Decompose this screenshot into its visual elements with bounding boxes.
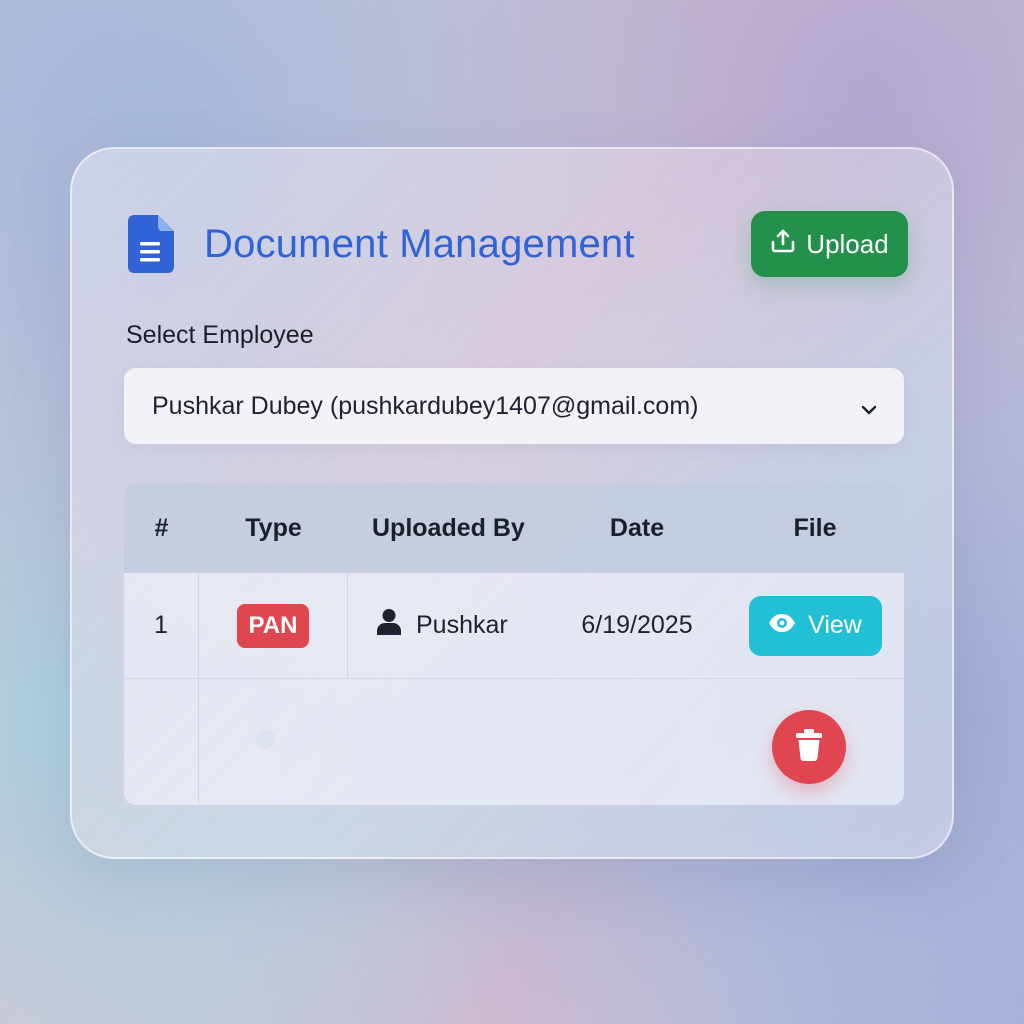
type-cell: PAN: [199, 573, 348, 678]
date-cell: 6/19/2025: [581, 611, 693, 639]
column-header-type: Type: [245, 513, 302, 542]
loading-dot: [255, 729, 275, 749]
table-row-actions: [124, 679, 904, 805]
documents-table: # Type Uploaded By Date File 1 PAN Pushk…: [124, 483, 904, 805]
column-header-file: File: [793, 513, 837, 542]
chevron-down-icon: [860, 397, 878, 415]
empty-cell: [124, 679, 199, 805]
type-badge: PAN: [236, 603, 310, 648]
employee-select-value: Pushkar Dubey (pushkardubey1407@gmail.co…: [152, 391, 699, 420]
document-icon: [128, 215, 174, 273]
column-header-date: Date: [609, 513, 665, 542]
employee-select[interactable]: Pushkar Dubey (pushkardubey1407@gmail.co…: [124, 368, 904, 444]
select-employee-label: Select Employee: [126, 321, 314, 349]
upload-button[interactable]: Upload: [751, 211, 908, 277]
header: Document Management Upload: [128, 209, 908, 279]
view-button-label: View: [808, 611, 862, 639]
column-header-num: #: [154, 513, 169, 542]
upload-button-label: Upload: [806, 228, 889, 259]
eye-icon: [768, 611, 796, 640]
page-title: Document Management: [204, 221, 635, 266]
uploaded-by-name: Pushkar: [416, 611, 508, 639]
uploaded-by-cell: Pushkar: [348, 608, 548, 643]
document-management-card: Document Management Upload Select Employ…: [70, 147, 954, 859]
file-cell: View: [726, 595, 904, 656]
delete-button[interactable]: [772, 710, 846, 784]
column-header-uploaded-by: Uploaded By: [372, 513, 525, 542]
table-row: 1 PAN Pushkar 6/19/2025 View: [124, 573, 904, 679]
view-button[interactable]: View: [748, 595, 882, 656]
trash-icon: [795, 728, 823, 766]
user-icon: [376, 608, 402, 643]
upload-icon: [770, 228, 796, 261]
row-number: 1: [124, 573, 199, 678]
table-header: # Type Uploaded By Date File: [124, 483, 904, 573]
